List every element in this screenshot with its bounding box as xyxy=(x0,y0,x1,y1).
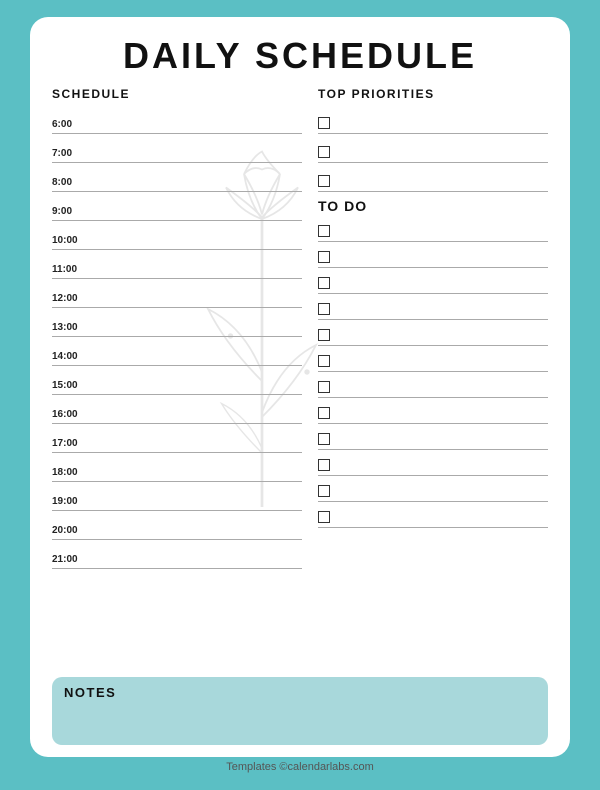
schedule-row[interactable]: 9:00 xyxy=(52,192,302,221)
todo-row[interactable] xyxy=(318,476,548,502)
todo-checkbox[interactable] xyxy=(318,459,330,471)
todo-checkbox[interactable] xyxy=(318,329,330,341)
notes-section: NOTES xyxy=(52,677,548,745)
todo-row[interactable] xyxy=(318,502,548,528)
right-column: TOP PRIORITIES TO DO xyxy=(318,87,548,669)
priority-row[interactable] xyxy=(318,163,548,192)
todo-row[interactable] xyxy=(318,450,548,476)
todo-rows xyxy=(318,216,548,528)
priority-checkbox[interactable] xyxy=(318,117,330,129)
time-label: 14:00 xyxy=(52,351,88,365)
schedule-row[interactable]: 10:00 xyxy=(52,221,302,250)
todo-checkbox[interactable] xyxy=(318,355,330,367)
priorities-section: TOP PRIORITIES xyxy=(318,87,548,192)
schedule-row[interactable]: 12:00 xyxy=(52,279,302,308)
priority-checkbox[interactable] xyxy=(318,146,330,158)
schedule-column: SCHEDULE 6:00 7:00 8:00 9:00 10:00 11:00 12:00… xyxy=(52,87,302,669)
time-label: 9:00 xyxy=(52,206,88,220)
todo-row[interactable] xyxy=(318,216,548,242)
todo-checkbox[interactable] xyxy=(318,485,330,497)
time-label: 19:00 xyxy=(52,496,88,510)
todo-row[interactable] xyxy=(318,398,548,424)
priority-checkbox[interactable] xyxy=(318,175,330,187)
priority-rows xyxy=(318,105,548,192)
time-label: 11:00 xyxy=(52,264,88,278)
schedule-row[interactable]: 8:00 xyxy=(52,163,302,192)
schedule-row[interactable]: 16:00 xyxy=(52,395,302,424)
time-label: 12:00 xyxy=(52,293,88,307)
footer: Templates ©calendarlabs.com xyxy=(226,761,374,773)
schedule-row[interactable]: 18:00 xyxy=(52,453,302,482)
todo-header: TO DO xyxy=(318,198,548,214)
todo-checkbox[interactable] xyxy=(318,225,330,237)
time-label: 13:00 xyxy=(52,322,88,336)
todo-checkbox[interactable] xyxy=(318,407,330,419)
page-title: DAILY SCHEDULE xyxy=(52,35,548,77)
todo-checkbox[interactable] xyxy=(318,511,330,523)
time-label: 7:00 xyxy=(52,148,88,162)
main-columns: SCHEDULE 6:00 7:00 8:00 9:00 10:00 11:00 12:00… xyxy=(52,87,548,669)
time-label: 8:00 xyxy=(52,177,88,191)
schedule-row[interactable]: 7:00 xyxy=(52,134,302,163)
priority-row[interactable] xyxy=(318,134,548,163)
todo-row[interactable] xyxy=(318,320,548,346)
todo-row[interactable] xyxy=(318,294,548,320)
notes-label: NOTES xyxy=(64,685,536,700)
daily-schedule-page: DAILY SCHEDULE SCHEDULE 6:007:008:009:0 xyxy=(30,17,570,757)
schedule-row[interactable]: 13:00 xyxy=(52,308,302,337)
time-label: 20:00 xyxy=(52,525,88,539)
todo-row[interactable] xyxy=(318,424,548,450)
priority-row[interactable] xyxy=(318,105,548,134)
todo-checkbox[interactable] xyxy=(318,251,330,263)
time-label: 16:00 xyxy=(52,409,88,423)
schedule-row[interactable]: 20:00 xyxy=(52,511,302,540)
todo-checkbox[interactable] xyxy=(318,277,330,289)
todo-checkbox[interactable] xyxy=(318,381,330,393)
schedule-header: SCHEDULE xyxy=(52,87,302,101)
todo-row[interactable] xyxy=(318,268,548,294)
todo-row[interactable] xyxy=(318,372,548,398)
time-label: 21:00 xyxy=(52,554,88,568)
priorities-header: TOP PRIORITIES xyxy=(318,87,548,101)
schedule-row[interactable]: 21:00 xyxy=(52,540,302,569)
todo-checkbox[interactable] xyxy=(318,303,330,315)
time-label: 18:00 xyxy=(52,467,88,481)
schedule-row[interactable]: 6:00 xyxy=(52,105,302,134)
time-label: 6:00 xyxy=(52,119,88,133)
todo-checkbox[interactable] xyxy=(318,433,330,445)
time-label: 15:00 xyxy=(52,380,88,394)
todo-row[interactable] xyxy=(318,242,548,268)
time-label: 10:00 xyxy=(52,235,88,249)
schedule-row[interactable]: 15:00 xyxy=(52,366,302,395)
schedule-row[interactable]: 11:00 xyxy=(52,250,302,279)
schedule-row[interactable]: 14:00 xyxy=(52,337,302,366)
time-label: 17:00 xyxy=(52,438,88,452)
schedule-row[interactable]: 17:00 xyxy=(52,424,302,453)
schedule-row[interactable]: 19:00 xyxy=(52,482,302,511)
schedule-rows: 6:00 7:00 8:00 9:00 10:00 11:00 12:00 13:00 14:0… xyxy=(52,105,302,569)
todo-row[interactable] xyxy=(318,346,548,372)
